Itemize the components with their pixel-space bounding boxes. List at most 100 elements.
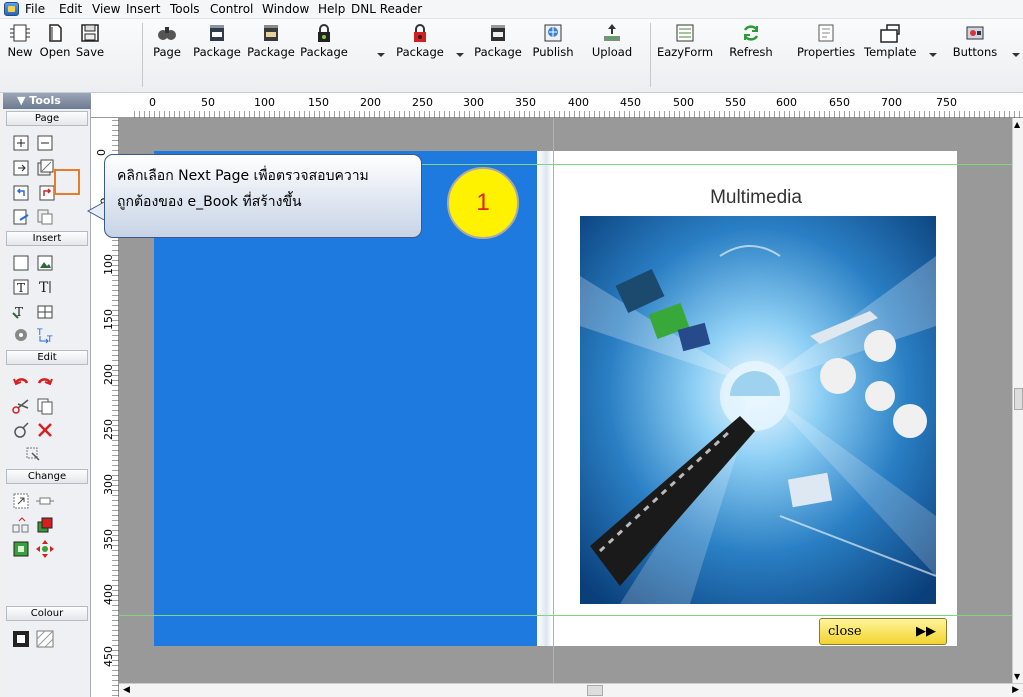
package-1-button[interactable]: Package <box>192 20 242 90</box>
lock-green-icon <box>313 22 335 44</box>
copy-icon[interactable] <box>35 396 55 416</box>
guide-line-horizontal <box>119 615 1012 616</box>
template-label: Template <box>864 45 917 59</box>
insert-rectangle-icon[interactable] <box>11 253 31 273</box>
multimedia-illustration[interactable] <box>580 216 936 604</box>
save-button[interactable]: Save <box>74 20 106 90</box>
eazyform-label: EazyForm <box>656 45 714 59</box>
previous-page-icon[interactable] <box>11 183 31 203</box>
package-5-button[interactable]: Package <box>472 20 524 90</box>
section-colour[interactable]: Colour <box>6 606 88 621</box>
redo-icon[interactable] <box>35 372 55 392</box>
ruler-label: 550 <box>725 96 746 109</box>
publish-button[interactable]: Publish <box>531 20 575 90</box>
package-dnl-icon <box>260 22 282 44</box>
menu-window[interactable]: Window <box>262 2 309 17</box>
resize-object-icon[interactable] <box>11 491 31 511</box>
menu-dnl-reader[interactable]: DNL Reader <box>351 2 422 17</box>
menu-help[interactable]: Help <box>318 2 345 17</box>
new-button[interactable]: New <box>4 20 36 90</box>
scroll-up-icon[interactable]: ▲ <box>1014 120 1020 129</box>
template-dropdown-icon[interactable] <box>929 53 937 57</box>
vertical-scroll-thumb[interactable] <box>1014 388 1023 410</box>
package-2-button[interactable]: Package <box>246 20 296 90</box>
properties-label: Properties <box>796 45 856 59</box>
guide-line-vertical <box>553 118 554 683</box>
ruler-label: 600 <box>776 96 797 109</box>
menu-edit[interactable]: Edit <box>59 2 82 17</box>
package-3-dropdown-icon[interactable] <box>377 53 385 57</box>
upload-button[interactable]: Upload <box>589 20 635 90</box>
refresh-button[interactable]: Refresh <box>729 20 773 90</box>
close-button[interactable]: close ▶▶ <box>819 618 947 645</box>
move-object-icon[interactable] <box>35 491 55 511</box>
binoculars-icon <box>156 22 178 44</box>
ruler-label: 150 <box>102 309 115 330</box>
remove-page-icon[interactable] <box>35 133 55 153</box>
insert-media-icon[interactable] <box>11 325 31 345</box>
horizontal-scrollbar[interactable]: ◀ ▶ <box>119 683 1023 697</box>
insert-text-button-icon[interactable]: T <box>11 301 31 321</box>
insert-page-icon[interactable] <box>11 158 31 178</box>
page-title: Multimedia <box>710 187 802 208</box>
ruler-label: 400 <box>568 96 589 109</box>
insert-table-icon[interactable] <box>35 301 55 321</box>
book-right-page[interactable]: Multimedia close ▶▶ <box>555 151 957 646</box>
ruler-label: 450 <box>102 646 115 667</box>
eazyform-button[interactable]: EazyForm <box>656 20 714 90</box>
ruler-label: 250 <box>412 96 433 109</box>
properties-button[interactable]: Properties <box>790 20 862 90</box>
new-label: New <box>7 45 33 59</box>
vertical-scrollbar[interactable]: ▲ ▼ <box>1012 118 1023 683</box>
move-arrows-icon[interactable] <box>35 539 55 559</box>
package-4-button[interactable]: Package <box>394 20 446 90</box>
menu-insert[interactable]: Insert <box>126 2 160 17</box>
tools-panel-header[interactable]: ▼ Tools <box>3 93 91 109</box>
horizontal-scroll-thumb[interactable] <box>587 685 603 696</box>
delete-icon[interactable] <box>35 420 55 440</box>
add-page-icon[interactable] <box>11 133 31 153</box>
scroll-right-icon[interactable]: ▶ <box>1012 685 1019 695</box>
open-icon <box>44 22 66 44</box>
undo-icon[interactable] <box>11 372 31 392</box>
insert-image-icon[interactable] <box>35 253 55 273</box>
insert-text-field-icon[interactable]: T <box>35 277 55 297</box>
select-object-icon[interactable] <box>23 444 43 464</box>
close-label: close <box>828 624 862 639</box>
fill-green-icon[interactable] <box>11 539 31 559</box>
border-colour-icon[interactable] <box>11 629 31 649</box>
buttons-button[interactable]: Buttons <box>949 20 1001 90</box>
template-button[interactable]: Template <box>864 20 916 90</box>
align-objects-icon[interactable] <box>11 515 31 535</box>
scroll-left-icon[interactable]: ◀ <box>123 685 130 695</box>
layer-order-icon[interactable] <box>35 515 55 535</box>
tools-collapse-icon[interactable]: ▼ <box>17 94 29 107</box>
cut-icon[interactable] <box>11 396 31 416</box>
ruler-label: 350 <box>515 96 536 109</box>
svg-text:T: T <box>17 281 25 295</box>
menu-view[interactable]: View <box>92 2 120 17</box>
ruler-label: 250 <box>102 419 115 440</box>
package-4-dropdown-icon[interactable] <box>456 53 464 57</box>
page-label: Page <box>153 45 181 59</box>
format-painter-icon[interactable] <box>11 420 31 440</box>
pattern-fill-icon[interactable] <box>35 629 55 649</box>
publish-icon <box>542 22 564 44</box>
open-button[interactable]: Open <box>38 20 72 90</box>
section-edit[interactable]: Edit <box>6 350 88 365</box>
page-copy-icon[interactable] <box>35 207 55 227</box>
menu-file[interactable]: File <box>25 2 45 17</box>
section-page[interactable]: Page <box>6 111 88 126</box>
page-export-icon[interactable] <box>11 207 31 227</box>
insert-text-icon[interactable]: T <box>11 277 31 297</box>
menu-tools[interactable]: Tools <box>170 2 200 17</box>
section-insert[interactable]: Insert <box>6 231 88 246</box>
scroll-down-icon[interactable]: ▼ <box>1014 672 1020 681</box>
page-layers-icon[interactable] <box>35 158 55 178</box>
section-change[interactable]: Change <box>6 469 88 484</box>
insert-text-link-icon[interactable]: TT <box>35 325 55 345</box>
buttons-dropdown-icon[interactable] <box>1012 53 1020 57</box>
package-3-button[interactable]: Package <box>298 20 350 90</box>
page-button[interactable]: Page <box>150 20 184 90</box>
menu-control[interactable]: Control <box>210 2 253 17</box>
